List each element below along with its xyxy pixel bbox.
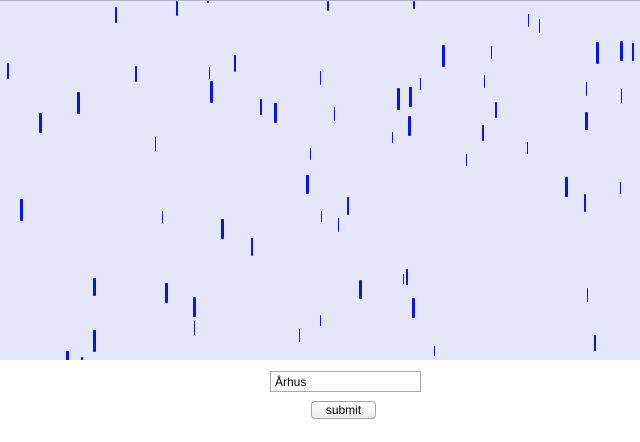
drawn-stroke [442,45,445,67]
drawn-stroke [413,1,415,9]
drawn-stroke [347,197,349,215]
drawn-stroke [93,278,96,296]
drawn-stroke [207,1,209,3]
drawn-stroke [7,63,9,79]
drawn-stroke [584,194,586,212]
drawn-stroke [466,154,467,166]
drawn-stroke [251,238,253,256]
drawn-stroke [406,269,408,285]
drawn-stroke [176,1,178,16]
drawn-stroke [620,41,623,61]
drawn-stroke [596,42,599,64]
drawn-stroke [81,357,83,360]
drawn-stroke [115,7,117,23]
drawn-stroke [359,280,362,299]
drawn-stroke [39,113,42,133]
drawn-stroke [586,82,587,96]
drawn-stroke [234,55,236,72]
drawn-stroke [392,132,393,143]
drawn-stroke [162,211,163,223]
drawn-stroke [320,315,321,326]
drawn-stroke [594,335,596,351]
drawn-stroke [221,219,224,239]
drawn-stroke [495,102,497,118]
drawn-stroke [135,66,137,82]
drawn-stroke [299,329,300,342]
page: submit [0,0,640,442]
drawn-stroke [260,99,262,115]
drawn-stroke [412,298,415,318]
drawn-stroke [210,81,213,103]
drawn-stroke [274,103,277,123]
drawn-stroke [409,87,412,107]
drawing-canvas[interactable] [0,0,640,360]
drawn-stroke [632,43,634,61]
drawn-stroke [621,89,622,103]
drawn-stroke [327,1,329,11]
drawn-stroke [587,288,588,302]
drawn-stroke [20,199,23,221]
drawn-stroke [527,142,528,154]
drawn-stroke [484,75,485,88]
drawn-stroke [310,148,311,160]
city-input[interactable] [270,371,421,392]
drawn-stroke [155,137,156,151]
drawn-stroke [565,177,568,197]
drawn-stroke [528,14,529,27]
drawn-stroke [620,182,621,194]
drawn-stroke [209,67,210,79]
drawn-stroke [77,92,80,114]
drawn-stroke [491,46,492,59]
drawn-stroke [306,175,309,194]
drawn-stroke [397,88,400,110]
drawn-stroke [194,321,195,335]
drawn-stroke [320,71,321,85]
submit-button[interactable]: submit [311,401,376,419]
drawn-stroke [539,19,540,33]
drawn-stroke [482,125,484,141]
drawn-stroke [93,330,96,352]
drawn-stroke [321,211,322,222]
drawn-stroke [403,274,404,284]
drawn-stroke [338,218,339,232]
drawn-stroke [165,283,168,303]
drawn-stroke [434,346,435,356]
drawn-stroke [334,107,335,121]
drawn-stroke [585,112,588,130]
drawn-stroke [66,351,69,360]
drawn-stroke [408,116,411,136]
drawn-stroke [420,78,421,90]
drawn-stroke [193,297,196,317]
